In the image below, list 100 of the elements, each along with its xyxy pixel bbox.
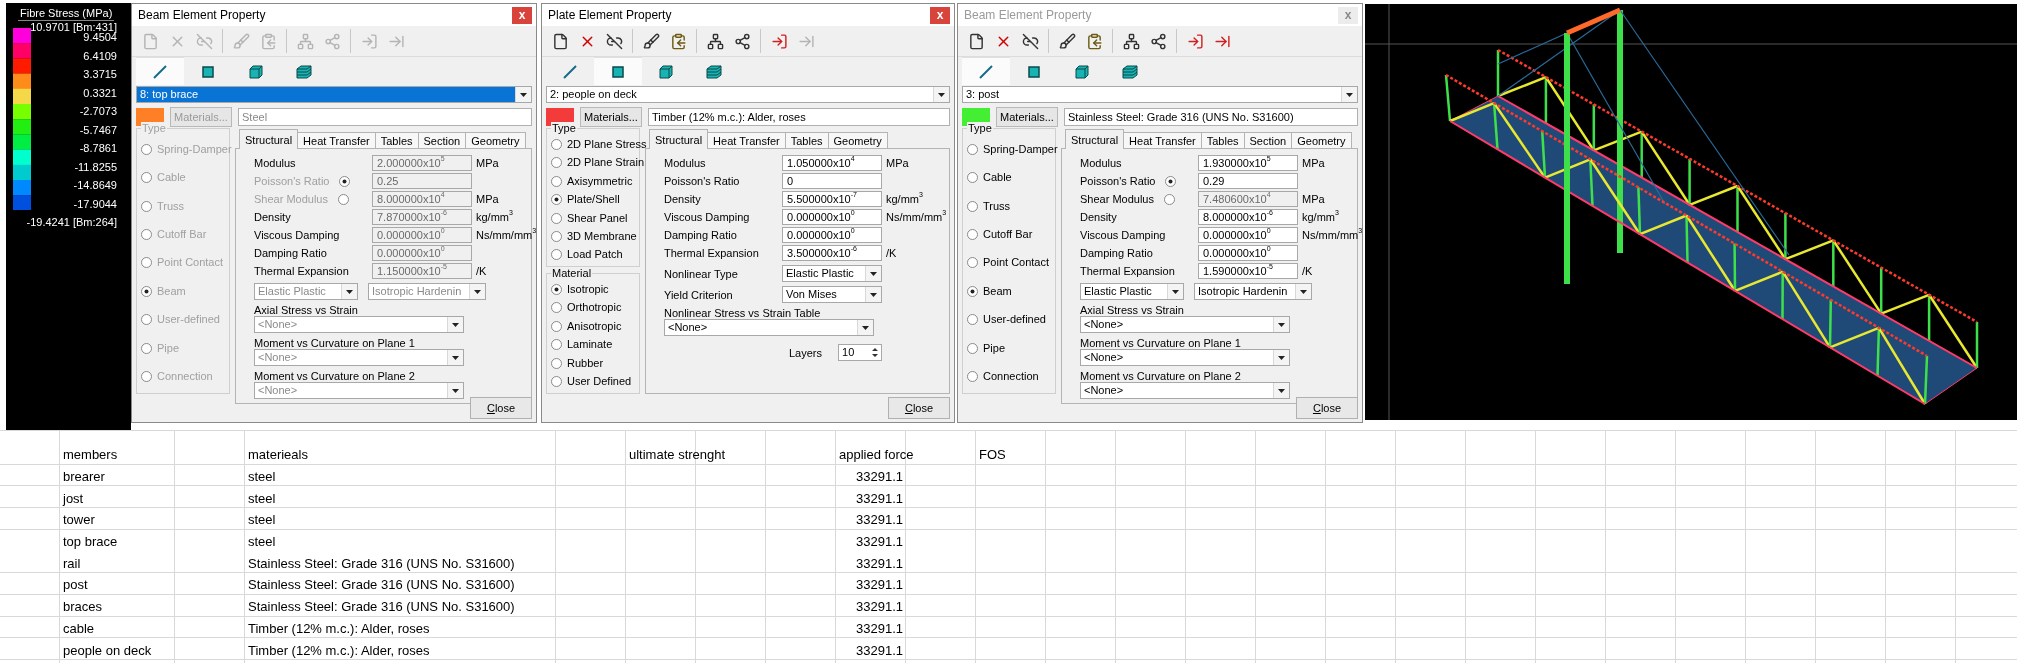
element-tab[interactable] — [594, 57, 642, 85]
dropdown[interactable]: <None> — [1080, 316, 1290, 333]
input-field[interactable]: 1.590000x10$^{-5}$ — [1198, 263, 1298, 279]
legend-value: -17.9044 — [73, 197, 117, 210]
radio-label[interactable]: 2D Plane Strain — [567, 156, 645, 170]
radio-label[interactable]: Isotropic — [567, 282, 609, 296]
radio-icon[interactable] — [551, 357, 562, 369]
radio-icon[interactable] — [967, 172, 978, 184]
close-button[interactable]: x — [930, 6, 950, 24]
dropdown[interactable]: <None> — [1080, 349, 1290, 366]
spinner-field[interactable]: 10 — [838, 344, 883, 361]
tab[interactable]: Structural — [1065, 129, 1125, 149]
material-field[interactable]: Stainless Steel: Grade 316 (UNS No. S31600) — [1064, 108, 1358, 126]
input-field[interactable]: 8.000000x10$^{-6}$ — [1198, 209, 1298, 225]
radio-label[interactable]: Rubber — [567, 356, 604, 370]
dropdown[interactable]: Von Mises — [782, 286, 882, 303]
table-cell: 33291.1 — [856, 642, 903, 658]
input-field[interactable]: 1.930000x10$^{5}$ — [1198, 155, 1298, 171]
input-field[interactable]: 0.000000x10$^{0}$ — [1198, 227, 1298, 243]
tab[interactable]: Geometry — [827, 132, 888, 149]
radio-icon[interactable] — [551, 157, 562, 169]
material-field[interactable]: Timber (12% m.c.): Alder, roses — [648, 108, 950, 126]
tab[interactable]: Section — [1243, 132, 1293, 149]
radio-icon[interactable] — [967, 342, 978, 354]
dropdown[interactable]: <None> — [1080, 382, 1290, 399]
dropdown[interactable]: <None> — [664, 319, 874, 336]
radio-label[interactable]: Beam — [983, 284, 1012, 298]
radio-icon[interactable] — [551, 320, 562, 332]
tab[interactable]: Structural — [649, 129, 709, 149]
radio-label[interactable]: 3D Membrane — [567, 230, 637, 243]
element-tab[interactable] — [136, 57, 184, 85]
column-header: FOS — [979, 447, 1006, 463]
radio-label[interactable]: Truss — [983, 199, 1011, 213]
radio-label[interactable]: User-defined — [983, 313, 1046, 327]
materials-button[interactable]: Materials... — [996, 107, 1058, 127]
radio-label[interactable]: Pipe — [983, 341, 1006, 355]
radio-label[interactable]: Axisymmetric — [567, 174, 633, 188]
radio-icon[interactable] — [967, 257, 978, 269]
dropdown[interactable]: 3: post — [962, 86, 1358, 103]
tab[interactable]: Heat Transfer — [297, 132, 376, 149]
radio-icon[interactable] — [551, 249, 562, 261]
radio-label[interactable]: Shear Panel — [567, 211, 628, 225]
tab[interactable]: Heat Transfer — [1123, 132, 1202, 149]
close-button[interactable]: Close — [888, 397, 950, 419]
radio-icon[interactable] — [551, 302, 562, 314]
radio-label[interactable]: Point Contact — [983, 256, 1050, 270]
radio-label[interactable]: Plate/Shell — [567, 193, 620, 207]
radio-label[interactable]: Orthotropic — [567, 301, 622, 315]
radio-label[interactable]: Load Patch — [567, 248, 623, 262]
radio-label[interactable]: User Defined — [567, 375, 632, 389]
radio-icon[interactable] — [551, 175, 562, 187]
radio-label[interactable]: 2D Plane Stress — [567, 137, 647, 151]
radio-icon[interactable] — [1165, 175, 1177, 187]
input-field[interactable]: 0.000000x10$^{0}$ — [1198, 245, 1298, 261]
radio-label[interactable]: Connection — [983, 370, 1039, 384]
input-field[interactable]: 0 — [782, 173, 882, 189]
tab[interactable]: Heat Transfer — [707, 132, 786, 149]
close-button[interactable]: Close — [1296, 397, 1358, 419]
radio-icon[interactable] — [551, 339, 562, 351]
radio-icon[interactable] — [967, 200, 978, 212]
dropdown[interactable]: 2: people on deck — [546, 86, 950, 103]
radio-icon[interactable] — [967, 143, 978, 155]
caret-icon — [1346, 92, 1353, 97]
tab[interactable]: Geometry — [1291, 132, 1352, 149]
tab[interactable]: Geometry — [465, 132, 526, 149]
input-field[interactable]: 0.29 — [1198, 173, 1298, 189]
tab[interactable]: Structural — [239, 129, 299, 149]
radio-icon[interactable] — [551, 138, 562, 150]
radio-icon[interactable] — [967, 314, 978, 326]
input-field[interactable]: 3.500000x10$^{-6}$ — [782, 245, 882, 261]
input-field[interactable]: 0.000000x10$^{0}$ — [782, 227, 882, 243]
dropdown[interactable]: Elastic Plastic — [782, 265, 882, 282]
radio-icon[interactable] — [551, 376, 562, 388]
radio-label[interactable]: Spring-Damper — [983, 142, 1058, 156]
dropdown[interactable]: 8: top brace — [136, 86, 532, 103]
input-field[interactable]: 5.500000x10$^{-7}$ — [782, 191, 882, 207]
radio-icon[interactable] — [967, 371, 978, 383]
close-button[interactable]: Close — [470, 397, 532, 419]
tab[interactable]: Tables — [374, 132, 419, 149]
layers-icon — [706, 64, 722, 79]
input-field[interactable]: 1.050000x10$^{4}$ — [782, 155, 882, 171]
tab[interactable]: Tables — [1200, 132, 1245, 149]
tab[interactable]: Section — [417, 132, 467, 149]
radio-icon[interactable] — [967, 285, 978, 297]
element-tab[interactable] — [962, 57, 1010, 85]
radio-label[interactable]: Cutoff Bar — [983, 228, 1033, 242]
radio-icon[interactable] — [551, 283, 562, 295]
radio-label[interactable]: Laminate — [567, 338, 613, 352]
input-field[interactable]: 0.000000x10$^{0}$ — [782, 209, 882, 225]
radio-icon[interactable] — [551, 231, 562, 242]
tab[interactable]: Tables — [784, 132, 829, 149]
radio-label[interactable]: Anisotropic — [567, 319, 622, 333]
close-button[interactable]: x — [512, 6, 532, 24]
dropdown[interactable]: Elastic Plastic — [1080, 283, 1184, 300]
radio-icon[interactable] — [967, 229, 978, 241]
dropdown[interactable]: Isotropic Hardenin — [1194, 283, 1312, 300]
radio-label[interactable]: Cable — [983, 171, 1012, 185]
radio-icon[interactable] — [551, 212, 562, 224]
radio-icon[interactable] — [551, 194, 562, 206]
materials-button[interactable]: Materials... — [580, 107, 642, 127]
